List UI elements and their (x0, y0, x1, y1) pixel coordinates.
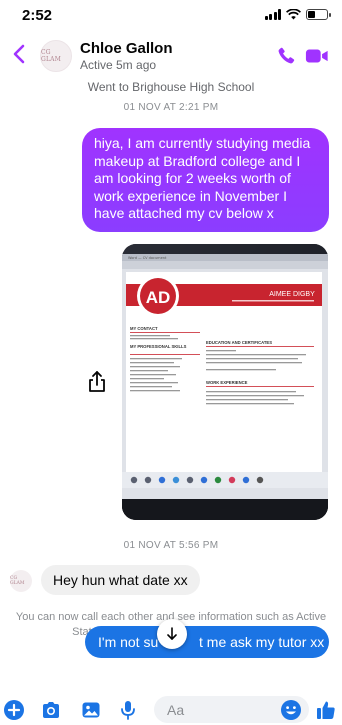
active-status: Active 5m ago (80, 58, 157, 72)
svg-text:Word — CV document: Word — CV document (128, 256, 167, 260)
incoming-message[interactable]: Hey hun what date xx (41, 565, 200, 595)
outgoing-message-start: I'm not su (98, 634, 159, 650)
cv-section-education: EDUCATION AND CERTIFICATES (206, 340, 272, 345)
signal-icon (264, 9, 281, 20)
avatar-logo-text: CG GLAM (41, 49, 62, 63)
thumbs-up-icon[interactable] (315, 699, 337, 721)
cv-section-skills: MY PROFESSIONAL SKILLS (130, 344, 187, 349)
message-timestamp: 01 NOV AT 2:21 PM (123, 102, 219, 113)
cv-name: AIMEE DIGBY (269, 291, 315, 298)
emoji-icon[interactable] (280, 699, 302, 721)
contact-school: Went to Brighouse High School (87, 80, 255, 94)
message-timestamp: 01 NOV AT 5:56 PM (123, 540, 219, 551)
contact-name[interactable]: Chloe Gallon (80, 40, 173, 57)
cv-initials: AD (146, 288, 171, 307)
battery-icon (306, 9, 331, 20)
cv-section-work: WORK EXPERIENCE (206, 380, 248, 385)
plus-circle-icon[interactable] (3, 699, 25, 721)
message-input-placeholder: Aa (167, 702, 185, 718)
chat-header: CG GLAM Chloe Gallon Active 5m ago (0, 32, 342, 80)
status-icons (264, 9, 331, 20)
video-camera-icon[interactable] (305, 46, 329, 66)
image-icon[interactable] (80, 699, 102, 721)
status-bar: 2:52 (0, 0, 342, 30)
outgoing-message[interactable]: hiya, I am currently studying media make… (82, 128, 329, 232)
arrow-down-icon (167, 627, 177, 640)
outgoing-message-end: t me ask my tutor xx (199, 634, 325, 650)
microphone-icon[interactable] (117, 699, 139, 721)
camera-icon[interactable] (40, 699, 62, 721)
contact-avatar[interactable]: CG GLAM (40, 40, 72, 72)
cv-photo-image: Word — CV document AD AIMEE DIGBY MY CON… (122, 244, 328, 520)
back-chevron-icon[interactable] (8, 40, 32, 68)
share-icon[interactable] (84, 369, 110, 395)
incoming-avatar[interactable]: CG GLAM (10, 570, 32, 592)
outgoing-message[interactable]: I'm not su t me ask my tutor xx (85, 626, 329, 658)
cv-photo-attachment[interactable]: Word — CV document AD AIMEE DIGBY MY CON… (122, 244, 328, 520)
scroll-to-bottom-button[interactable] (157, 619, 187, 649)
avatar-logo-text: CG GLAM (10, 576, 25, 586)
wifi-icon (286, 9, 301, 20)
phone-icon[interactable] (275, 45, 297, 67)
status-time: 2:52 (22, 7, 53, 24)
message-composer: Aa (0, 695, 342, 725)
cv-section-contact: MY CONTACT (130, 326, 158, 331)
